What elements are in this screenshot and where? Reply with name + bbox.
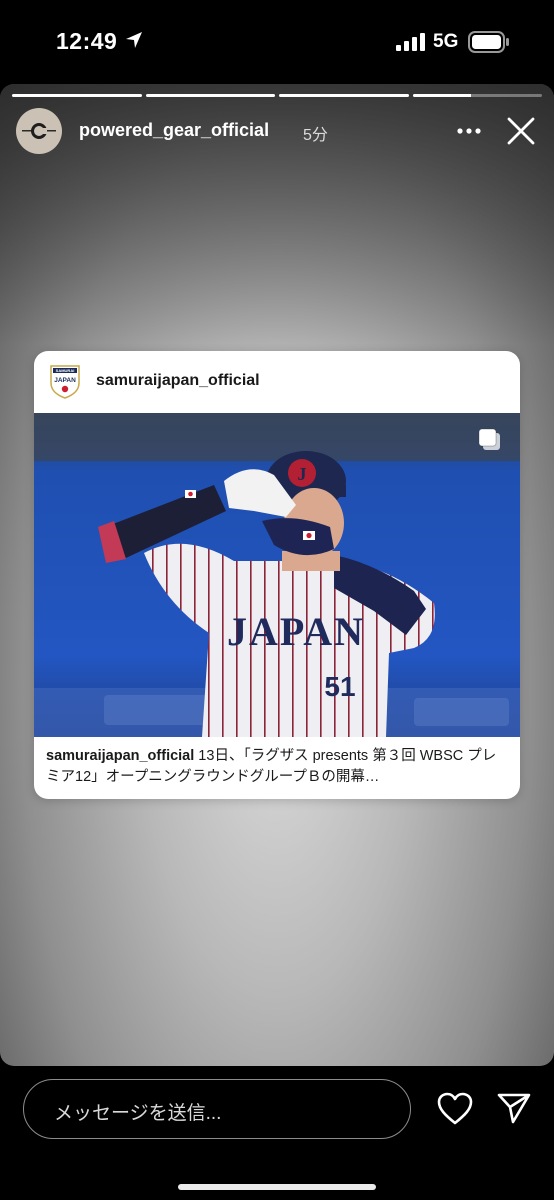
progress-fill (412, 94, 471, 97)
caption-username[interactable]: samuraijapan_official (46, 748, 194, 764)
story-username[interactable]: powered_gear_official (79, 120, 269, 141)
progress-fill (12, 94, 142, 97)
progress-segment (145, 94, 275, 97)
close-icon[interactable] (506, 116, 536, 146)
story-time-ago: 5分 (303, 127, 328, 144)
post-caption: samuraijapan_official 13日、「ラグザス presents… (46, 746, 508, 788)
status-time: 12:49 (56, 28, 118, 54)
location-arrow-icon (126, 32, 142, 48)
status-bar: 12:49 5G (0, 0, 554, 84)
message-placeholder: メッセージを送信... (54, 1103, 222, 1124)
jersey-number: 51 (324, 671, 355, 702)
more-icon[interactable] (456, 120, 482, 142)
heart-icon[interactable] (437, 1092, 473, 1126)
story-progress (12, 94, 542, 97)
send-icon[interactable] (497, 1092, 531, 1124)
post-username[interactable]: samuraijapan_official (96, 372, 260, 390)
powered-gear-logo (22, 123, 56, 139)
samurai-japan-logo[interactable]: SAMURAI JAPAN (50, 365, 80, 399)
jersey-text: JAPAN (227, 609, 365, 654)
shared-post-card[interactable]: SAMURAI JAPAN samuraijapan_official J JA… (34, 351, 520, 799)
progress-fill (145, 94, 275, 97)
reply-bar: メッセージを送信... (0, 1066, 554, 1200)
message-input[interactable]: メッセージを送信... (23, 1079, 411, 1139)
baseball-player-photo: J JAPAN 51 (34, 413, 520, 737)
progress-segment (279, 94, 409, 97)
progress-segment (412, 94, 542, 97)
signal-icon (396, 33, 425, 51)
progress-segment (12, 94, 142, 97)
helmet-letter: J (298, 464, 307, 484)
progress-fill (279, 94, 409, 97)
logo-text: JAPAN (54, 377, 76, 384)
logo-text: SAMURAI (56, 368, 75, 373)
story-header: powered_gear_official 5分 (16, 108, 546, 154)
home-indicator (178, 1184, 376, 1190)
battery-icon (468, 31, 509, 53)
story-viewer[interactable]: powered_gear_official 5分 SAMURAI JAPAN s… (0, 84, 554, 1066)
post-photo[interactable]: J JAPAN 51 (34, 413, 520, 737)
post-header: SAMURAI JAPAN samuraijapan_official (34, 351, 520, 413)
story-avatar[interactable] (16, 108, 62, 154)
network-label: 5G (433, 31, 459, 52)
